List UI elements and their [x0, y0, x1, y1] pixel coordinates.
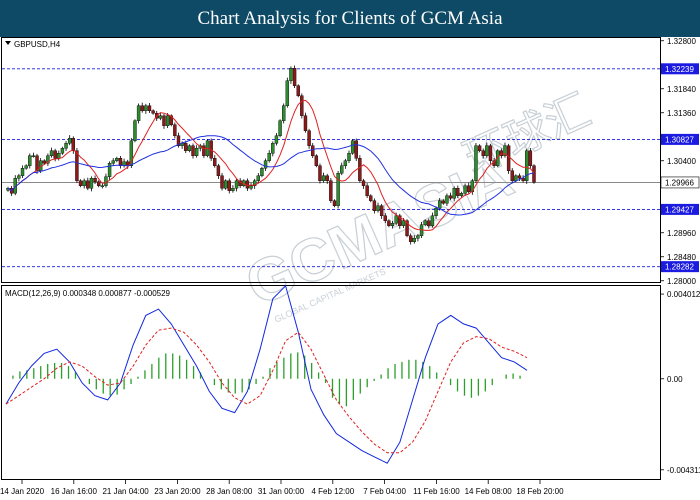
price-tick-label: 1.28480: [667, 253, 696, 262]
candle: [260, 166, 264, 178]
current-price-label: 1.29966: [665, 178, 694, 187]
time-tick-label: 14 Jan 2020: [0, 487, 45, 496]
level-price-tag: 1.28282: [661, 261, 699, 273]
candle: [336, 170, 340, 209]
candle: [220, 173, 224, 191]
time-tick-label: 21 Jan 04:00: [102, 487, 149, 496]
time-tick-label: 31 Jan 00:00: [258, 487, 305, 496]
candle: [223, 179, 228, 190]
time-tick-label: 4 Feb 12:00: [311, 487, 354, 496]
candle: [358, 155, 362, 183]
candle: [329, 178, 333, 204]
time-tick-label: 14 Feb 08:00: [465, 487, 513, 496]
candle: [488, 143, 493, 164]
candle: [303, 112, 308, 133]
candle: [133, 119, 137, 143]
candle: [318, 163, 322, 184]
candle: [13, 175, 17, 196]
level-price-label: 1.29427: [665, 205, 694, 214]
macd-tick-label: 0.004012: [667, 290, 700, 299]
current-price-tag: 1.29966: [660, 176, 700, 189]
level-price-label: 1.30827: [665, 135, 694, 144]
time-tick-label: 11 Feb 16:00: [413, 487, 460, 496]
macd-tick-label: -0.004311: [667, 466, 700, 475]
candle: [525, 148, 529, 184]
candle: [532, 164, 536, 184]
chart-area: GCMASIA GLOBAL CAPITAL MARKETS 环球汇 1.322…: [0, 37, 700, 500]
time-tick-label: 18 Feb 20:00: [516, 487, 564, 496]
candle: [314, 154, 319, 168]
candle: [300, 93, 304, 119]
candle: [354, 138, 358, 161]
time-tick-label: 28 Jan 08:00: [206, 487, 253, 496]
price-tick-label: 1.32800: [667, 37, 696, 46]
macd-pane-title: MACD(12,26,9) 0.000348 0.000877 -0.00052…: [5, 289, 171, 298]
candle: [296, 84, 300, 98]
candle: [136, 103, 141, 124]
chart-title-banner: Chart Analysis for Clients of GCM Asia: [0, 0, 700, 37]
candle: [350, 139, 355, 155]
price-tick-label: 1.31840: [667, 85, 696, 94]
price-tick-label: 1.28000: [667, 277, 696, 286]
candle: [285, 77, 290, 108]
level-price-tag: 1.30827: [661, 133, 699, 145]
level-price-label: 1.32239: [665, 65, 694, 74]
level-price-label: 1.28282: [665, 263, 694, 272]
price-tick-label: 1.28960: [667, 229, 696, 238]
candle: [292, 65, 297, 89]
price-pane-title: GBPUSD,H4: [14, 40, 61, 49]
macd-tick-label: 0.00: [667, 375, 683, 384]
candle: [281, 103, 286, 124]
candle: [528, 148, 533, 169]
candle: [474, 143, 478, 184]
level-price-tag: 1.32239: [661, 63, 699, 75]
candle: [278, 119, 282, 138]
price-tick-label: 1.31360: [667, 109, 696, 118]
time-tick-label: 16 Jan 16:00: [51, 487, 98, 496]
candle: [506, 143, 511, 174]
level-price-tag: 1.29427: [661, 203, 699, 215]
candle: [307, 128, 311, 149]
price-tick-label: 1.30400: [667, 157, 696, 166]
time-tick-label: 7 Feb 04:00: [363, 487, 406, 496]
time-tick-label: 23 Jan 20:00: [154, 487, 201, 496]
